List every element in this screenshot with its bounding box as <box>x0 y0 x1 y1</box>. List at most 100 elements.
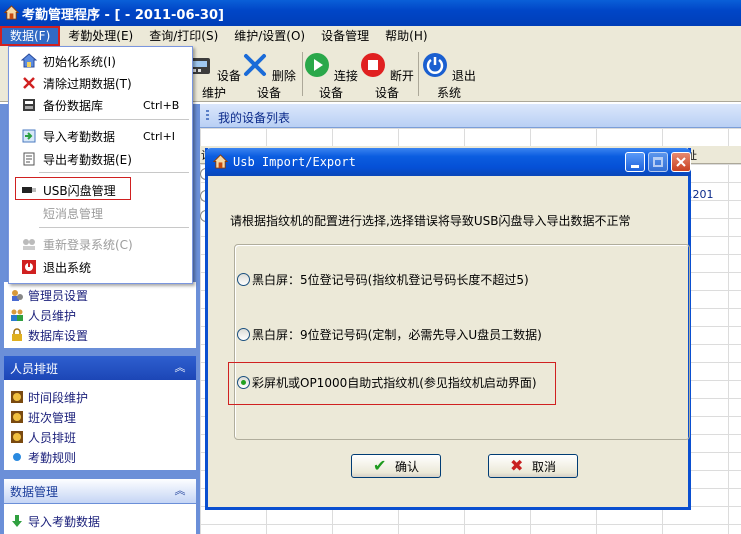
import-icon <box>22 129 36 143</box>
disconnect-device-button[interactable]: 断开设备 <box>360 52 414 100</box>
selected-option-highlight <box>228 362 556 405</box>
menu-item-exit-system[interactable]: 退出系统 <box>9 256 192 278</box>
time-period-item[interactable]: 时间段维护 <box>10 388 88 406</box>
stop-icon <box>361 53 386 77</box>
delete-x-icon <box>23 77 35 89</box>
scheduling-section-title: 人员排班 <box>10 361 59 376</box>
menu-item-label: 导出考勤数据(E) <box>43 152 132 167</box>
data-menu-dropdown: 初始化系统(I) 清除过期数据(T) 备份数据库 Ctrl+B 导入考勤数据 C… <box>8 46 193 284</box>
menu-item-label: 初始化系统(I) <box>43 54 116 69</box>
menu-help[interactable]: 帮助(H) <box>377 26 435 46</box>
connect-device-button[interactable]: 连接设备 <box>304 52 358 100</box>
time-period-label: 时间段维护 <box>28 390 89 405</box>
import-attendance-label: 导入考勤数据 <box>28 514 101 529</box>
staff-scheduling-label: 人员排班 <box>28 430 77 445</box>
exit-icon <box>22 260 36 274</box>
menu-item-label: 短消息管理 <box>43 206 104 221</box>
dialog-title-bar[interactable]: Usb Import/Export <box>205 148 691 176</box>
cancel-label: 取消 <box>531 459 556 474</box>
power-icon <box>423 53 448 77</box>
minimize-button[interactable] <box>625 152 645 172</box>
option-label: 黑白屏：9位登记号码(定制，必需先导入U盘员工数据) <box>252 327 542 342</box>
confirm-label: 确认 <box>394 459 419 474</box>
export-icon <box>23 152 35 166</box>
radio-button[interactable] <box>237 272 250 286</box>
toolbar-separator <box>418 52 419 96</box>
shift-icon <box>11 411 23 423</box>
close-button[interactable] <box>671 152 691 172</box>
menu-item-label: 备份数据库 <box>43 98 104 113</box>
app-house-icon <box>213 154 228 169</box>
database-settings-item[interactable]: 数据库设置 <box>10 326 88 344</box>
menu-item-relogin[interactable]: 重新登录系统(C) <box>9 233 192 255</box>
option-bw-9-digit[interactable]: 黑白屏：9位登记号码(定制，必需先导入U盘员工数据) <box>237 325 542 343</box>
menu-separator <box>39 227 189 228</box>
cancel-button[interactable]: ✖ 取消 <box>488 454 578 478</box>
people-icon <box>11 309 23 321</box>
device-maintenance-button[interactable]: 设备维护 <box>186 52 242 100</box>
staff-maintenance-label: 人员维护 <box>28 308 77 323</box>
menu-item-backup-database[interactable]: 备份数据库 Ctrl+B <box>9 94 192 116</box>
menu-item-label: 导入考勤数据 <box>43 129 116 144</box>
play-icon <box>305 53 330 77</box>
data-management-section-title: 数据管理 <box>10 484 59 499</box>
checkmark-icon: ✔ <box>372 456 387 475</box>
menu-separator <box>39 172 189 173</box>
collapse-chevron-icon[interactable]: ︽ <box>172 360 188 376</box>
menu-item-shortcut: Ctrl+I <box>143 129 176 143</box>
admin-icon <box>12 290 23 301</box>
option-bw-5-digit[interactable]: 黑白屏：5位登记号码(指纹机登记号码长度不超过5) <box>237 270 529 288</box>
backup-icon <box>23 99 35 111</box>
menu-item-clear-expired[interactable]: 清除过期数据(T) <box>9 72 192 94</box>
option-label: 黑白屏：5位登记号码(指纹机登记号码长度不超过5) <box>252 272 529 287</box>
rules-dot-icon <box>12 452 22 462</box>
dialog-title: Usb Import/Export <box>233 155 356 169</box>
shift-management-item[interactable]: 班次管理 <box>10 408 76 426</box>
radio-button[interactable] <box>237 327 250 341</box>
collapse-chevron-icon[interactable]: ︽ <box>172 483 188 499</box>
shift-management-label: 班次管理 <box>28 410 77 425</box>
menu-item-sms-management[interactable]: 短消息管理 <box>9 202 192 224</box>
dialog-instruction-text: 请根据指纹机的配置进行选择,选择错误将导致USB闪盘导入导出数据不正常 <box>230 214 631 228</box>
schedule-icon <box>11 431 23 443</box>
menu-item-export-attendance[interactable]: 导出考勤数据(E) <box>9 148 192 170</box>
green-down-arrow-icon <box>12 515 22 527</box>
lock-icon <box>12 328 22 341</box>
data-management-section-header[interactable]: 数据管理 ︽ <box>4 479 196 503</box>
system-panel-body: 管理员设置 人员维护 数据库设置 <box>4 282 196 348</box>
relogin-icon <box>23 239 35 250</box>
toolbar-separator <box>302 52 303 96</box>
menu-bar: 数据(F) 考勤处理(E) 查询/打印(S) 维护/设置(O) 设备管理 帮助(… <box>0 26 741 46</box>
usb-highlight-box <box>15 177 131 200</box>
delete-x-icon <box>244 54 267 76</box>
app-house-icon <box>4 5 19 20</box>
maximize-button[interactable] <box>648 152 668 172</box>
import-attendance-item[interactable]: 导入考勤数据 <box>10 512 100 530</box>
admin-settings-item[interactable]: 管理员设置 <box>10 286 88 304</box>
cancel-x-icon: ✖ <box>509 456 524 475</box>
menu-item-import-attendance[interactable]: 导入考勤数据 Ctrl+I <box>9 125 192 147</box>
minimize-icon <box>631 165 639 168</box>
database-settings-label: 数据库设置 <box>28 328 89 343</box>
menu-maintenance[interactable]: 维护/设置(O) <box>226 26 313 46</box>
maximize-icon <box>653 157 663 167</box>
menu-query-print[interactable]: 查询/打印(S) <box>141 26 226 46</box>
data-management-section-body: 导入考勤数据 <box>4 504 196 534</box>
staff-maintenance-item[interactable]: 人员维护 <box>10 306 76 324</box>
scheduling-section-header[interactable]: 人员排班 ︽ <box>4 356 196 380</box>
clock-icon <box>11 391 23 403</box>
menu-device[interactable]: 设备管理 <box>313 26 377 46</box>
attendance-rules-item[interactable]: 考勤规则 <box>10 448 76 466</box>
confirm-button[interactable]: ✔ 确认 <box>351 454 441 478</box>
staff-scheduling-item[interactable]: 人员排班 <box>10 428 76 446</box>
exit-system-button[interactable]: 退出系统 <box>422 52 476 100</box>
menu-data[interactable]: 数据(F) <box>0 26 61 46</box>
menu-item-init-system[interactable]: 初始化系统(I) <box>9 50 192 72</box>
admin-settings-label: 管理员设置 <box>28 288 89 303</box>
menu-attendance[interactable]: 考勤处理(E) <box>60 26 141 46</box>
delete-device-button[interactable]: 删除设备 <box>242 52 296 100</box>
menu-item-shortcut: Ctrl+B <box>143 98 180 112</box>
menu-item-label: 重新登录系统(C) <box>43 237 133 252</box>
close-icon <box>676 157 686 167</box>
attendance-rules-label: 考勤规则 <box>28 450 77 465</box>
